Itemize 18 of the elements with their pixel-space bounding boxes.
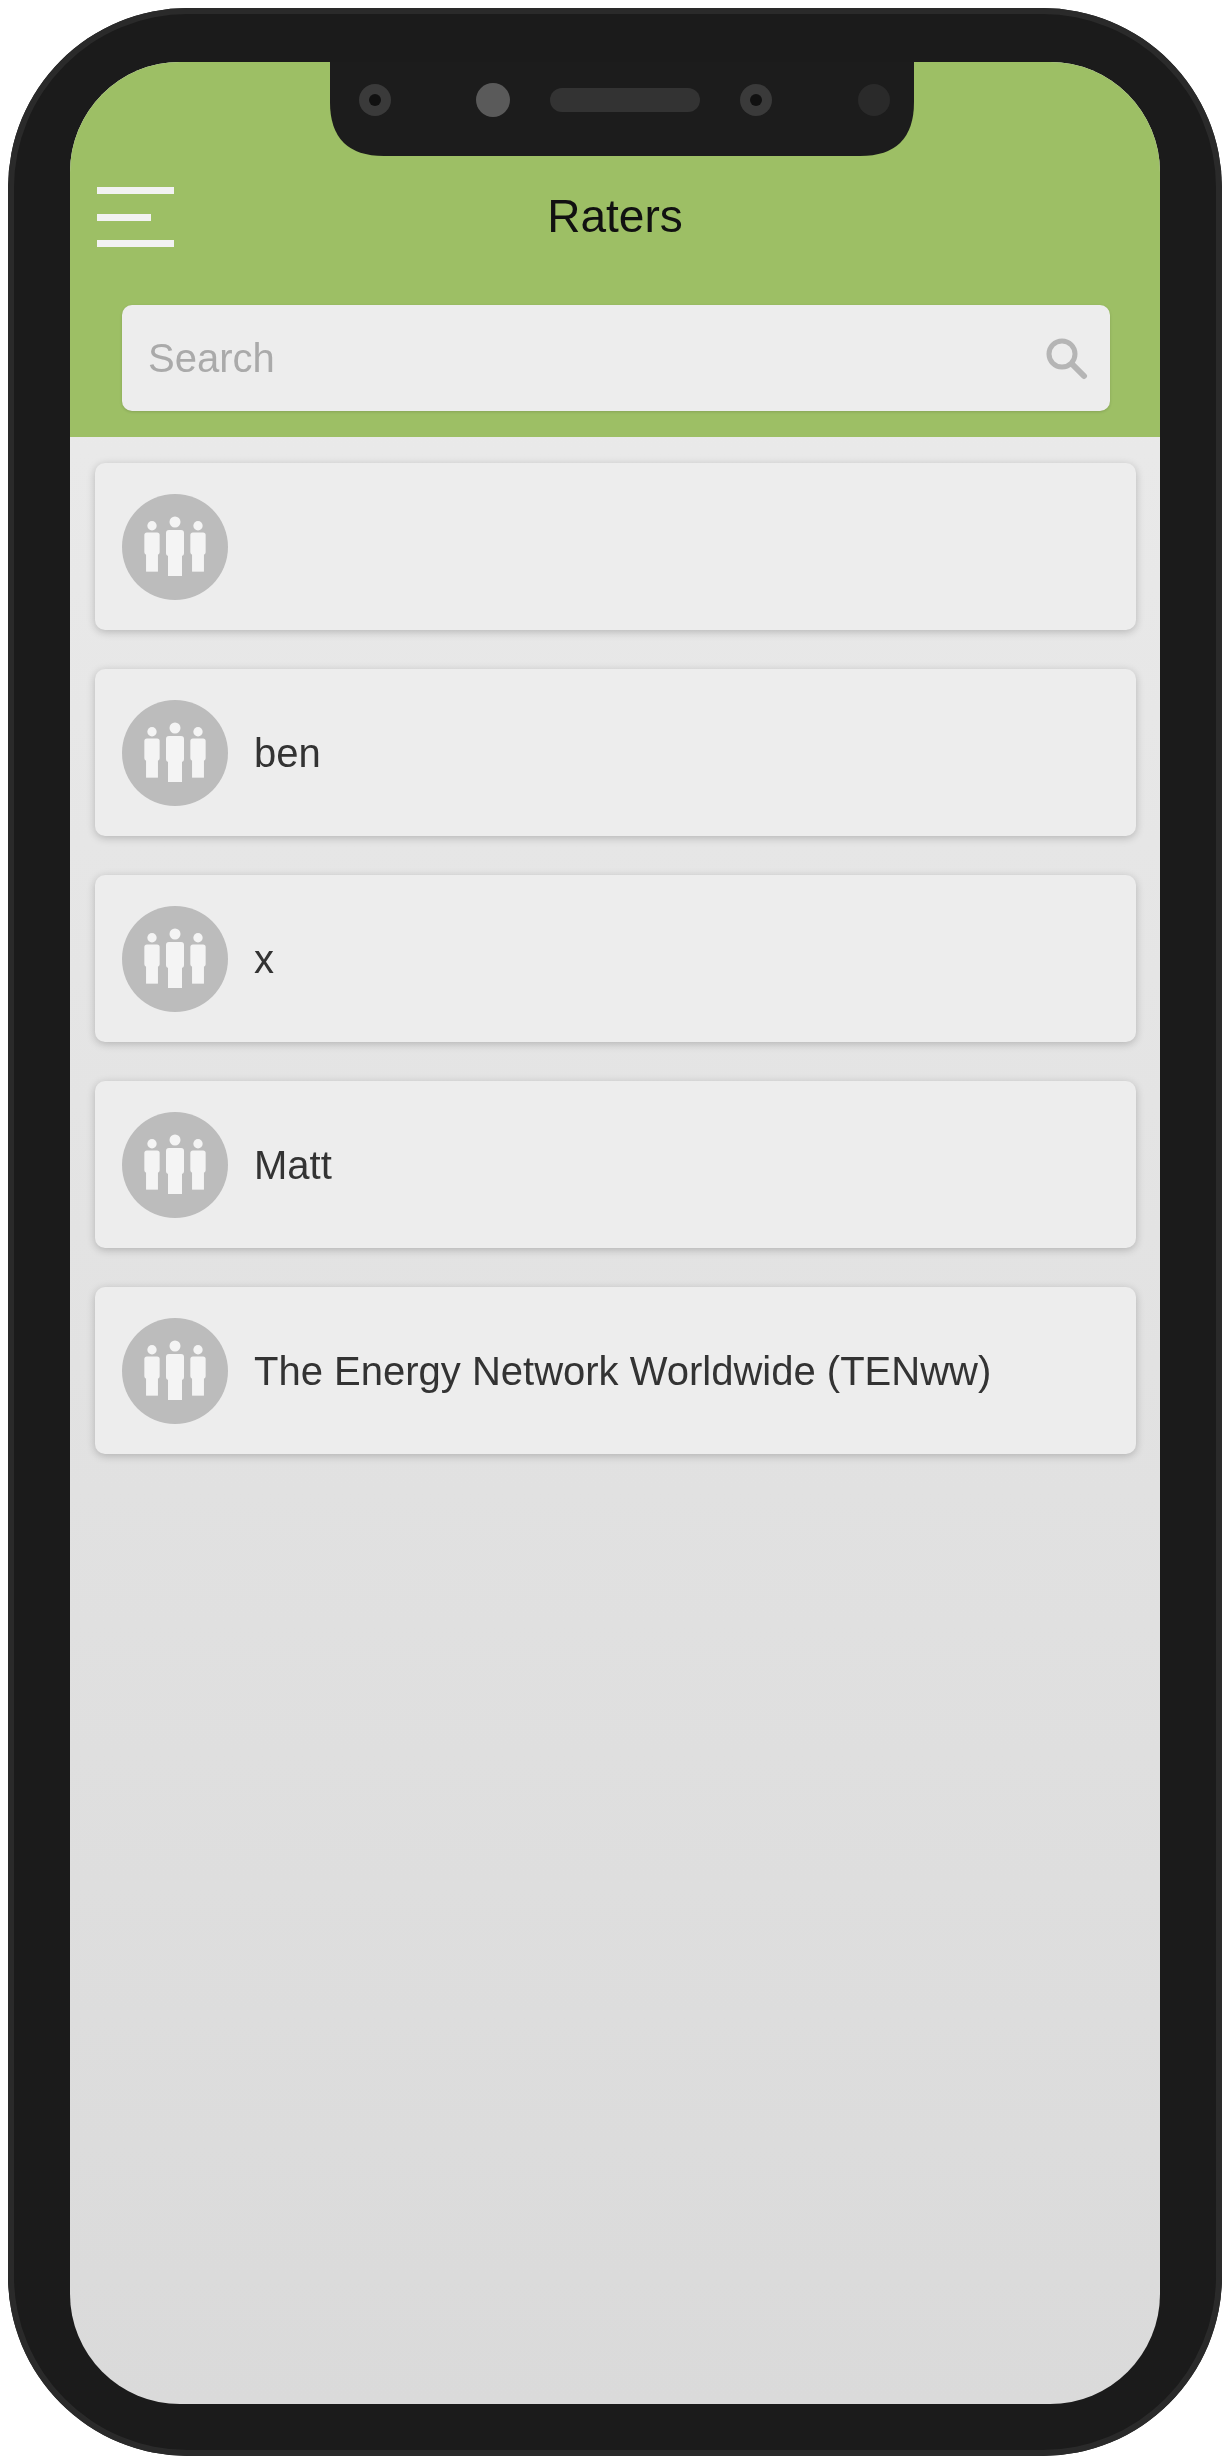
group-icon — [122, 699, 228, 806]
rater-name: The Energy Network Worldwide (TENww) — [254, 1347, 992, 1395]
search-icon — [1044, 336, 1088, 380]
menu-icon[interactable] — [97, 185, 174, 247]
rater-card[interactable]: ben — [95, 669, 1136, 836]
rater-card[interactable]: The Energy Network Worldwide (TENww) — [95, 1287, 1136, 1454]
rater-name: Matt — [254, 1141, 332, 1189]
search-field[interactable]: Search — [122, 305, 1110, 411]
rater-card[interactable] — [95, 463, 1136, 630]
rater-card[interactable]: x — [95, 875, 1136, 1042]
group-icon — [122, 905, 228, 1012]
group-icon — [122, 493, 228, 600]
page-title: Raters — [547, 193, 683, 239]
rater-name: x — [254, 935, 274, 983]
group-icon — [122, 1111, 228, 1218]
group-icon — [122, 1317, 228, 1424]
rater-card[interactable]: Matt — [95, 1081, 1136, 1248]
rater-name: ben — [254, 729, 321, 777]
